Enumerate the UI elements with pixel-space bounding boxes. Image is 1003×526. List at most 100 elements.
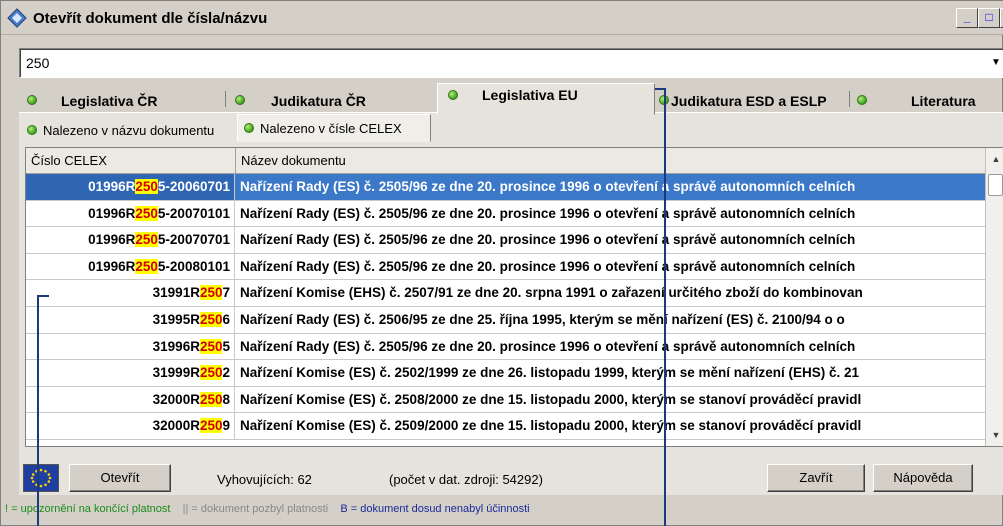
minimize-button[interactable]: _ <box>956 8 978 28</box>
help-button-label: Nápověda <box>893 470 953 485</box>
green-dot-icon <box>27 95 37 105</box>
table-row[interactable]: 31991R2507 Nařízení Komise (EHS) č. 2507/… <box>26 280 986 307</box>
close-button-label: Zavřít <box>799 470 833 485</box>
green-dot-icon <box>244 123 254 133</box>
document-title-cell: Nařízení Rady (ES) č. 2505/96 ze dne 20.… <box>240 258 856 274</box>
tab-label: Judikatura ČR <box>271 93 366 109</box>
celex-suffix: 2 <box>222 365 230 381</box>
tab-judikatura-cr[interactable]: Judikatura ČR <box>229 87 439 113</box>
green-dot-icon <box>235 95 245 105</box>
celex-match-highlight: 250 <box>135 205 158 221</box>
results-table: Číslo CELEX Název dokumentu 01996R2505-2… <box>25 147 1003 447</box>
celex-cell: 01996R2505-20080101 <box>26 253 235 280</box>
celex-cell: 31996R2505 <box>26 333 235 360</box>
celex-match-highlight: 250 <box>199 365 223 381</box>
legend-expired: || = dokument pozbyl platnosti <box>182 503 329 515</box>
tab-legislativa-cr[interactable]: Legislativa ČR <box>19 87 229 113</box>
table-row[interactable]: 31995R2506 Nařízení Rady (ES) č. 2506/95 … <box>26 306 986 334</box>
close-button[interactable]: Zavřít <box>767 464 865 492</box>
table-header: Číslo CELEX Název dokumentu <box>26 148 986 174</box>
green-dot-icon <box>857 95 867 105</box>
legend: ! = upozornění na končící platnost || = … <box>5 503 530 515</box>
celex-prefix: 32000R <box>152 391 200 407</box>
table-row[interactable]: 31999R2502 Nařízení Komise (ES) č. 2502/1… <box>26 360 986 387</box>
matches-count: Vyhovujících: 62 <box>217 472 312 487</box>
search-value: 250 <box>26 55 50 71</box>
celex-prefix: 31995R <box>152 311 200 327</box>
celex-suffix: 6 <box>222 311 230 327</box>
celex-prefix: 01996R <box>88 232 136 248</box>
celex-prefix: 01996R <box>88 258 136 274</box>
scroll-thumb[interactable] <box>988 174 1003 196</box>
table-row[interactable]: 31996R2505 Nařízení Rady (ES) č. 2505/96 … <box>26 333 986 361</box>
document-title-cell: Nařízení Komise (ES) č. 2508/2000 ze dne… <box>240 391 862 407</box>
celex-match-highlight: 250 <box>135 232 158 248</box>
document-title-cell: Nařízení Komise (ES) č. 2502/1999 ze dne… <box>240 365 860 381</box>
tab-judikatura-esd-eslp[interactable]: Judikatura ESD a ESLP <box>655 87 849 113</box>
celex-match-highlight: 250 <box>135 258 158 274</box>
celex-prefix: 31999R <box>152 365 200 381</box>
table-row[interactable]: 01996R2505-20060701 Nařízení Rady (ES) č.… <box>26 174 986 201</box>
eu-flag-icon <box>23 464 59 492</box>
callout-line <box>664 88 666 526</box>
callout-line <box>37 295 49 297</box>
subtab-found-in-name[interactable]: Nalezeno v názvu dokumentu <box>23 118 237 142</box>
callout-line <box>37 295 39 526</box>
chevron-down-icon[interactable]: ▼ <box>987 51 1003 75</box>
legend-expiring: ! = upozornění na končící platnost <box>5 503 171 515</box>
title-bar[interactable]: Otevřít dokument dle čísla/názvu _ □ X <box>1 1 1003 35</box>
tab-label: Literatura <box>911 93 976 109</box>
celex-cell: 31995R2506 <box>26 306 235 333</box>
tab-label: Legislativa ČR <box>61 93 158 109</box>
celex-cell: 31991R2507 <box>26 280 235 306</box>
category-tabs: Legislativa ČR Judikatura ČR Legislativa… <box>19 83 1003 115</box>
celex-cell: 01996R2505-20070701 <box>26 227 235 253</box>
subtab-found-in-celex[interactable]: Nalezeno v čísle CELEX <box>237 114 431 142</box>
open-button-label: Otevřít <box>100 470 140 485</box>
scroll-down-icon[interactable]: ▼ <box>989 428 1003 442</box>
source-count: (počet v dat. zdroji: 54292) <box>389 472 543 487</box>
table-row[interactable]: 01996R2505-20070101 Nařízení Rady (ES) č.… <box>26 200 986 228</box>
celex-suffix: 5-20070101 <box>157 205 230 221</box>
tab-legislativa-eu[interactable]: Legislativa EU <box>437 83 655 115</box>
celex-suffix: 5-20080101 <box>157 258 230 274</box>
celex-match-highlight: 250 <box>199 418 223 434</box>
tab-divider <box>225 91 226 107</box>
table-row[interactable]: 32000R2508 Nařízení Komise (ES) č. 2508/2… <box>26 386 986 414</box>
table-row[interactable]: 32000R2509 Nařízení Komise (ES) č. 2509/2… <box>26 413 986 440</box>
eu-stars-icon <box>30 468 52 488</box>
legend-not-effective: B = dokument dosud nenabyl účinnosti <box>340 503 530 515</box>
celex-suffix: 8 <box>222 391 230 407</box>
celex-suffix: 9 <box>222 418 230 434</box>
document-title-cell: Nařízení Rady (ES) č. 2506/95 ze dne 25.… <box>240 311 845 327</box>
results-panel: Nalezeno v názvu dokumentu Nalezeno v čí… <box>19 112 1003 495</box>
app-diamond-icon <box>7 8 27 28</box>
celex-prefix: 32000R <box>152 418 200 434</box>
celex-match-highlight: 250 <box>199 311 223 327</box>
celex-suffix: 5-20060701 <box>157 179 230 194</box>
celex-match-highlight: 250 <box>135 179 158 194</box>
celex-prefix: 01996R <box>88 179 136 194</box>
celex-suffix: 5 <box>222 338 230 354</box>
open-document-dialog: Otevřít dokument dle čísla/názvu _ □ X 2… <box>0 0 1003 526</box>
document-title-cell: Nařízení Komise (EHS) č. 2507/91 ze dne … <box>240 285 863 301</box>
column-header-celex[interactable]: Číslo CELEX <box>26 148 236 174</box>
celex-cell: 31999R2502 <box>26 360 235 386</box>
celex-cell: 01996R2505-20070101 <box>26 200 235 227</box>
subtab-label: Nalezeno v čísle CELEX <box>260 121 402 136</box>
scroll-up-icon[interactable]: ▲ <box>989 152 1003 166</box>
maximize-button[interactable]: □ <box>978 8 1000 28</box>
open-button[interactable]: Otevřít <box>69 464 171 492</box>
document-title-cell: Nařízení Rady (ES) č. 2505/96 ze dne 20.… <box>240 179 856 194</box>
table-row[interactable]: 01996R2505-20080101 Nařízení Rady (ES) č.… <box>26 253 986 281</box>
celex-match-highlight: 250 <box>199 391 223 407</box>
column-header-title[interactable]: Název dokumentu <box>236 148 986 174</box>
table-row[interactable]: 01996R2505-20070701 Nařízení Rady (ES) č.… <box>26 227 986 254</box>
tab-literatura[interactable]: Literatura <box>853 87 1003 113</box>
subtab-label: Nalezeno v názvu dokumentu <box>43 123 215 138</box>
celex-prefix: 31996R <box>152 338 200 354</box>
vertical-scrollbar[interactable]: ▲ ▼ <box>985 148 1003 446</box>
tab-label: Judikatura ESD a ESLP <box>671 93 827 109</box>
help-button[interactable]: Nápověda <box>873 464 973 492</box>
search-input[interactable]: 250 ▼ <box>19 48 1003 78</box>
